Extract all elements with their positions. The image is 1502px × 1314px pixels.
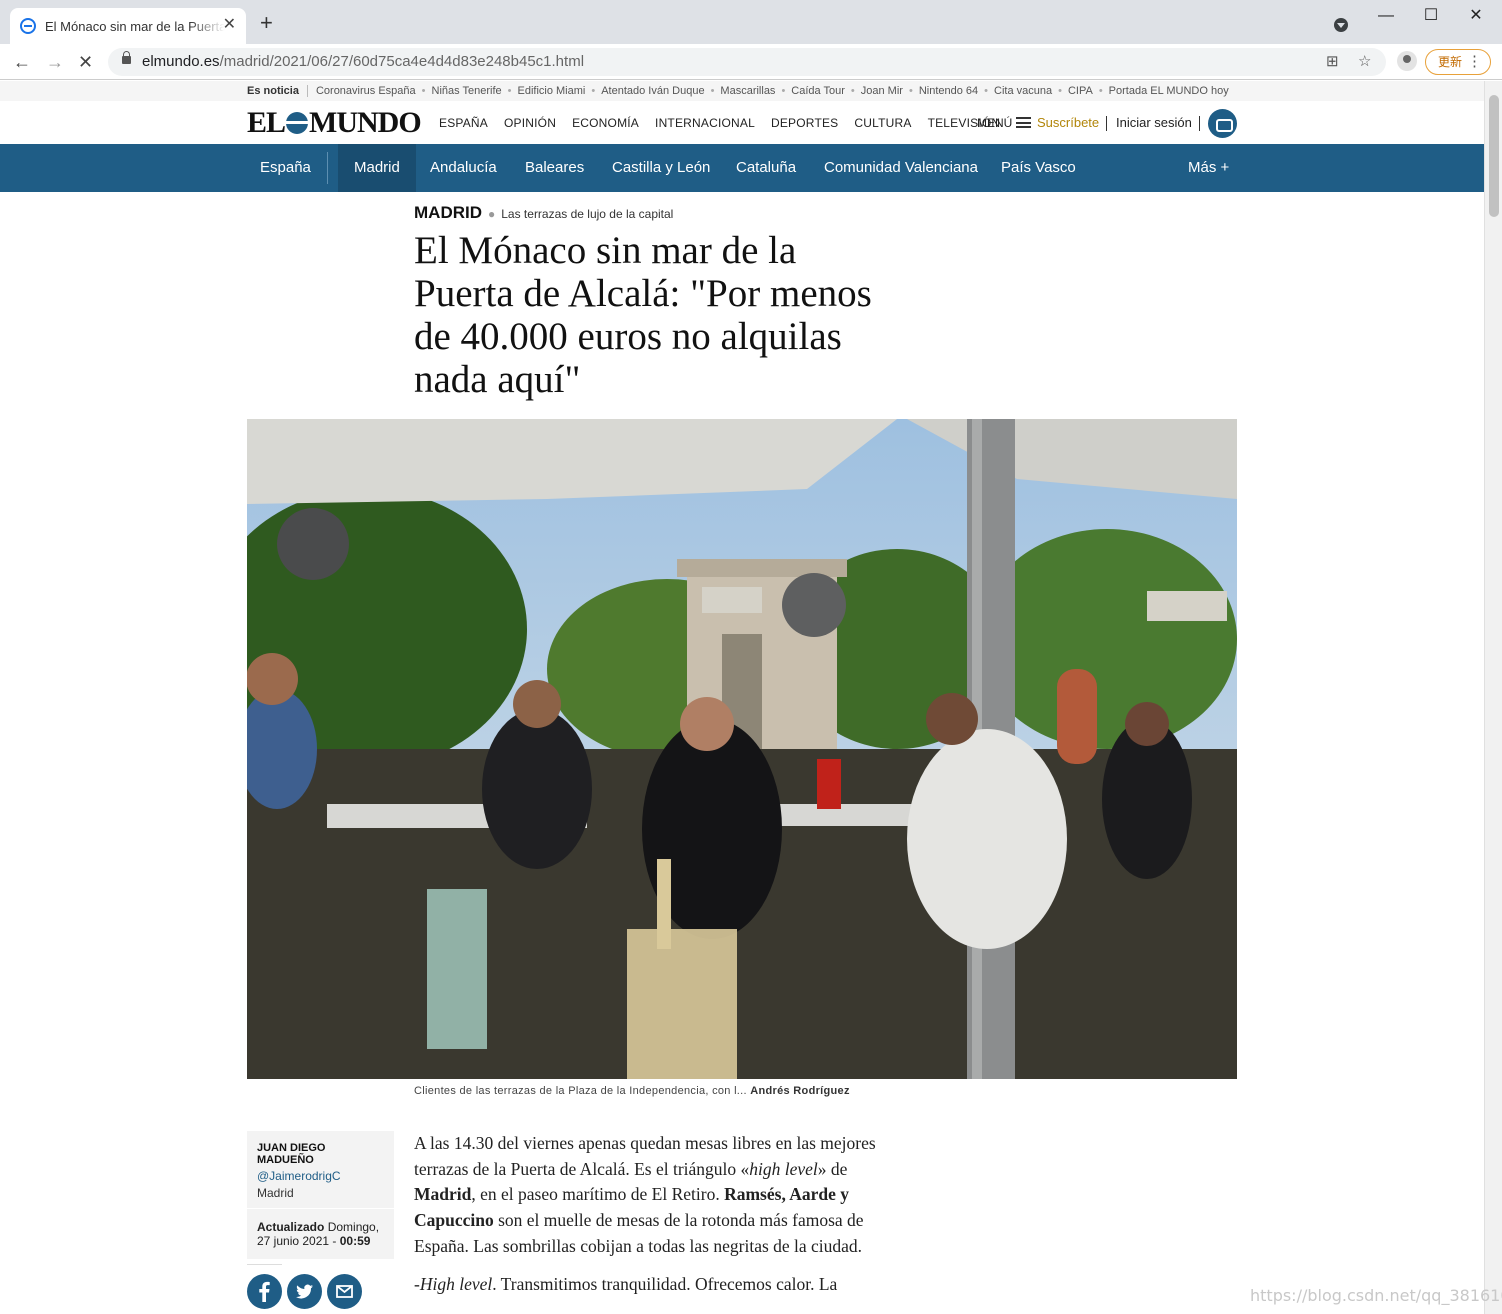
divider: [1106, 116, 1107, 131]
trending-link[interactable]: Coronavirus España: [316, 85, 416, 97]
trending-link[interactable]: Portada EL MUNDO hoy: [1093, 85, 1229, 97]
browser-toolbar: ← → ✕ elmundo.es/madrid/2021/06/27/60d75…: [0, 44, 1502, 80]
updated-timestamp: Actualizado Domingo, 27 junio 2021 - 00:…: [257, 1220, 380, 1248]
trending-link[interactable]: Niñas Tenerife: [416, 85, 502, 97]
email-icon: [336, 1285, 353, 1298]
twitter-share-button[interactable]: [287, 1274, 322, 1309]
divider: [247, 1208, 394, 1209]
close-tab-icon[interactable]: ✕: [223, 17, 236, 33]
nav-section-link[interactable]: CULTURA: [854, 116, 911, 130]
lock-icon: [122, 51, 131, 64]
author-box: JUAN DIEGO MADUEÑO @JaimerodrigC Madrid …: [247, 1131, 394, 1259]
trending-label: Es noticia: [247, 85, 308, 97]
author-name[interactable]: JUAN DIEGO MADUEÑO: [257, 1142, 377, 1166]
article-body: A las 14.30 del viernes apenas quedan me…: [414, 1131, 884, 1309]
back-icon[interactable]: ←: [13, 52, 31, 72]
scrollbar-thumb[interactable]: [1489, 95, 1499, 217]
subscribe-link[interactable]: Suscríbete: [1037, 115, 1099, 130]
region-tab-cataluna[interactable]: Cataluña: [720, 144, 812, 192]
globe-icon: [20, 18, 36, 34]
stop-loading-icon[interactable]: ✕: [78, 52, 93, 72]
article-paragraph: A las 14.30 del viernes apenas quedan me…: [414, 1133, 876, 1256]
facebook-share-button[interactable]: [247, 1274, 282, 1309]
tab-title: El Mónaco sin mar de la Puerta de Alcalá: [45, 18, 225, 34]
region-tab-madrid[interactable]: Madrid: [338, 144, 416, 192]
article-kicker: MADRID ● Las terrazas de lujo de la capita…: [414, 203, 674, 222]
region-tab-comunidad-valenciana[interactable]: Comunidad Valenciana: [808, 144, 994, 192]
menu-button[interactable]: MENÚ: [977, 116, 1032, 130]
new-tab-button[interactable]: +: [260, 12, 273, 34]
hamburger-icon: [1016, 117, 1032, 128]
email-share-button[interactable]: [327, 1274, 362, 1309]
trending-link[interactable]: Joan Mir: [845, 85, 903, 97]
author-location: Madrid: [257, 1186, 294, 1200]
page-scrollbar[interactable]: [1484, 81, 1502, 1314]
trending-link[interactable]: Caída Tour: [775, 85, 844, 97]
facebook-icon: [259, 1281, 270, 1302]
section-nav: ESPAÑA OPINIÓN ECONOMÍA INTERNACIONAL DEPORT…: [439, 116, 1016, 130]
twitter-icon: [296, 1284, 313, 1299]
tab-search-icon[interactable]: [1334, 18, 1348, 32]
more-regions-button[interactable]: Más +: [1172, 144, 1245, 192]
nav-section-link[interactable]: ESPAÑA: [439, 116, 488, 130]
region-tab-espana[interactable]: España: [244, 144, 327, 192]
nav-section-link[interactable]: INTERNACIONAL: [655, 116, 755, 130]
terrace-photo-illustration: [247, 419, 1237, 1079]
el-mundo-logo[interactable]: EL MUNDO: [247, 106, 422, 140]
trending-link[interactable]: Cita vacuna: [978, 85, 1052, 97]
forward-icon[interactable]: →: [46, 52, 64, 72]
translate-icon[interactable]: ⊞: [1326, 52, 1339, 70]
address-bar[interactable]: elmundo.es/madrid/2021/06/27/60d75ca4e4d…: [108, 48, 1386, 76]
trending-link[interactable]: Mascarillas: [705, 85, 776, 97]
section-label[interactable]: MADRID: [414, 203, 482, 222]
photo-credit: Andrés Rodríguez: [750, 1085, 850, 1097]
nav-section-link[interactable]: DEPORTES: [771, 116, 838, 130]
bookmark-star-icon[interactable]: ☆: [1358, 52, 1371, 70]
url-text[interactable]: elmundo.es/madrid/2021/06/27/60d75ca4e4d…: [142, 53, 584, 70]
topic-tag[interactable]: Las terrazas de lujo de la capital: [501, 207, 673, 221]
masthead: EL MUNDO ESPAÑA OPINIÓN ECONOMÍA INTERNACION…: [0, 101, 1484, 144]
user-login-icon[interactable]: [1208, 109, 1237, 138]
login-link[interactable]: Iniciar sesión: [1116, 115, 1192, 130]
divider: [327, 152, 328, 184]
web-page: Es noticia Coronavirus EspañaNiñas Teneri…: [0, 81, 1484, 1314]
region-tab-pais-vasco[interactable]: País Vasco: [985, 144, 1092, 192]
browser-tabstrip: El Mónaco sin mar de la Puerta de Alcalá…: [0, 0, 1502, 44]
photo-caption: Clientes de las terrazas de la Plaza de …: [414, 1085, 850, 1097]
browser-tab[interactable]: El Mónaco sin mar de la Puerta de Alcalá…: [10, 8, 246, 44]
region-tab-baleares[interactable]: Baleares: [509, 144, 600, 192]
trending-bar: Es noticia Coronavirus EspañaNiñas Teneri…: [0, 81, 1484, 101]
watermark: https://blog.csdn.net/qq_38161040: [1250, 1286, 1502, 1305]
divider: [247, 1264, 282, 1265]
trending-link[interactable]: Atentado Iván Duque: [585, 85, 704, 97]
nav-section-link[interactable]: ECONOMÍA: [572, 116, 639, 130]
profile-avatar-icon[interactable]: [1397, 51, 1417, 71]
update-button[interactable]: 更新: [1425, 49, 1491, 75]
author-twitter-handle[interactable]: @JaimerodrigC: [257, 1169, 341, 1183]
globe-logo-icon: [286, 112, 309, 134]
region-nav: España Madrid Andalucía Baleares Castill…: [0, 144, 1484, 192]
trending-link[interactable]: Nintendo 64: [903, 85, 978, 97]
article-paragraph: -High level. Transmitimos tranquilidad. …: [414, 1273, 838, 1294]
minimize-button[interactable]: —: [1371, 6, 1401, 26]
region-tab-castilla-leon[interactable]: Castilla y León: [596, 144, 726, 192]
nav-section-link[interactable]: OPINIÓN: [504, 116, 556, 130]
close-window-button[interactable]: ✕: [1461, 6, 1491, 26]
maximize-button[interactable]: ☐: [1416, 6, 1446, 26]
article-headline: El Mónaco sin mar de la Puerta de Alcalá…: [414, 229, 872, 401]
region-tab-andalucia[interactable]: Andalucía: [414, 144, 513, 192]
trending-link[interactable]: CIPA: [1052, 85, 1093, 97]
trending-link[interactable]: Edificio Miami: [502, 85, 586, 97]
article-photo[interactable]: [247, 419, 1237, 1079]
divider: [1199, 116, 1200, 131]
